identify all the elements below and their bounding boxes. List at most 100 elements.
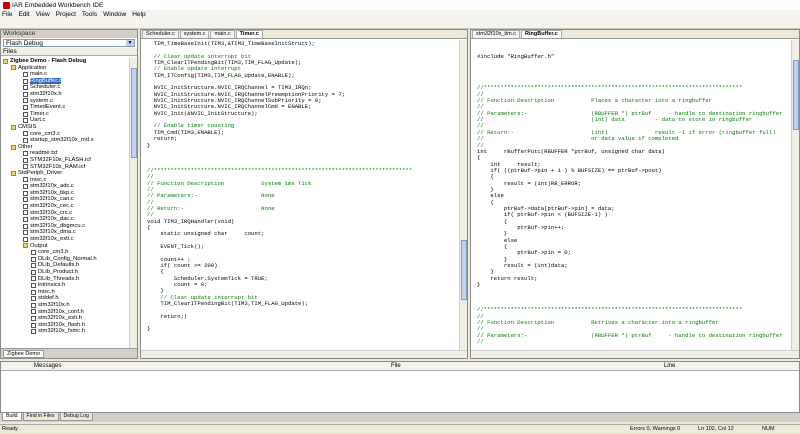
chevron-down-icon[interactable]: ▼	[126, 40, 134, 46]
file-icon	[23, 91, 28, 97]
tree-item[interactable]: Zigbee Demo - Flash Debug	[1, 58, 129, 65]
col-line[interactable]: Line	[629, 362, 799, 370]
file-icon	[23, 236, 28, 242]
file-icon	[31, 256, 36, 262]
tree-item-label: system.c	[30, 97, 53, 104]
tree-item-label: stm32f10x_crc.c	[30, 209, 73, 216]
tree-item[interactable]: stm32f10x_bkp.c	[1, 190, 129, 197]
tree-item[interactable]: main.c	[1, 71, 129, 78]
tree-item[interactable]: stddef.h	[1, 295, 129, 302]
tree-item-label: DLib_Threads.h	[38, 275, 80, 282]
editor-tab[interactable]: stm32f10x_tim.c	[472, 30, 521, 38]
editor-scrollbar-right[interactable]	[791, 40, 799, 350]
editor-tab[interactable]: Scheduler.c	[142, 30, 179, 38]
tab-find-in-files[interactable]: Find in Files	[22, 413, 59, 421]
editor-pane-left: Scheduler.c system.c main.c Timer.c TIM_Tim…	[140, 29, 468, 359]
tree-item[interactable]: stm32f10x_conf.h	[1, 309, 129, 316]
tree-item[interactable]: DLib_Defaults.h	[1, 262, 129, 269]
tree-item[interactable]: Application	[1, 65, 129, 72]
tab-zigbee-demo[interactable]: Zigbee Demo	[3, 350, 45, 358]
menu-window[interactable]: Window	[103, 11, 126, 18]
tree-item-label: stm32f10x_adc.c	[30, 183, 74, 190]
tree-item[interactable]: core_cm3.c	[1, 131, 129, 138]
tree-item-label: StdPeriph_Driver	[18, 170, 63, 177]
tab-debug-log[interactable]: Debug Log	[59, 413, 93, 421]
config-select[interactable]: Flash Debug ▼	[3, 39, 135, 47]
tab-build[interactable]: Build	[2, 413, 22, 421]
tree-item[interactable]: stm32f10x_cec.c	[1, 203, 129, 210]
workspace-scrollbar[interactable]	[129, 58, 137, 348]
tree-item[interactable]: stm32f10x_crc.c	[1, 210, 129, 217]
editor-tab[interactable]: main.c	[210, 30, 235, 38]
tree-item[interactable]: Scheduler.c	[1, 84, 129, 91]
tree-item[interactable]: Other	[1, 144, 129, 151]
tree-item[interactable]: STM32F10x_RAM.icf	[1, 164, 129, 171]
code-line: // (int) data - data to store in ringbuf…	[477, 116, 753, 124]
tree-item[interactable]: intrinsics.h	[1, 282, 129, 289]
tree-item[interactable]: stm32f10x_can.c	[1, 196, 129, 203]
tree-item[interactable]: CMSIS	[1, 124, 129, 131]
tree-item[interactable]: Output	[1, 243, 129, 250]
tree-item[interactable]: DLib_Product.h	[1, 269, 129, 276]
tree-item[interactable]: Timer.c	[1, 111, 129, 118]
tree-item[interactable]: stm32f10x_dma.c	[1, 229, 129, 236]
editor-tab[interactable]: RingBuffer.c	[521, 30, 562, 38]
tree-item[interactable]: Uart.c	[1, 117, 129, 124]
tree-item-label: TimedEvent.c	[30, 104, 66, 111]
code-line: }	[147, 325, 151, 333]
tree-item[interactable]: StdPeriph_Driver	[1, 170, 129, 177]
tree-item[interactable]: stm32f10x_dbgmcu.c	[1, 223, 129, 230]
menu-project[interactable]: Project	[56, 11, 76, 18]
tree-item[interactable]: system.c	[1, 98, 129, 105]
tree-item[interactable]: stm32f10x_dac.c	[1, 216, 129, 223]
tree-item[interactable]: core_cm3.h	[1, 249, 129, 256]
tree-item-label: misc.h	[38, 288, 55, 295]
menu-edit[interactable]: Edit	[18, 11, 29, 18]
file-icon	[23, 177, 28, 183]
tree-item[interactable]: stm32f10x_fsmc.h	[1, 328, 129, 335]
tree-item[interactable]: stm32f10x_exti.c	[1, 236, 129, 243]
editor-tabs-right: stm32f10x_tim.c RingBuffer.c	[471, 30, 799, 39]
tree-item[interactable]: stm32f10x.h	[1, 302, 129, 309]
tree-item[interactable]: RingBuffer.c	[1, 77, 129, 85]
file-icon	[31, 282, 36, 288]
editor-hscroll-left[interactable]	[141, 350, 467, 358]
file-icon	[31, 322, 36, 328]
scroll-thumb[interactable]	[461, 240, 467, 300]
file-icon	[23, 71, 28, 77]
tree-item[interactable]: stm32f10x_flash.h	[1, 322, 129, 329]
menu-view[interactable]: View	[36, 11, 50, 18]
tree-item[interactable]: misc.c	[1, 177, 129, 184]
code-area-left[interactable]: TIM_TimeBaseInit(TIM3,&TIM3_TimeBaseInit…	[141, 40, 458, 350]
editor-tab[interactable]: system.c	[179, 30, 210, 38]
tree-item[interactable]: startup_stm32f10x_md.s	[1, 137, 129, 144]
code-area-right[interactable]: #include "RingBuffer.h"//***************…	[471, 40, 790, 350]
code-line: //**************************************…	[147, 166, 413, 174]
scroll-thumb[interactable]	[793, 60, 799, 130]
tree-item[interactable]: stm32f10x.h	[1, 91, 129, 98]
editor-hscroll-right[interactable]	[471, 350, 799, 358]
menu-file[interactable]: File	[2, 11, 12, 18]
tree-item[interactable]: STM32F10x_FLASH.icf	[1, 157, 129, 164]
tree-item[interactable]: misc.h	[1, 289, 129, 296]
editor-tab[interactable]: Timer.c	[235, 30, 263, 38]
tree-item-label: stm32f10x_flash.h	[38, 321, 86, 328]
tree-item[interactable]: stm32f10x_adc.c	[1, 183, 129, 190]
editor-scrollbar-left[interactable]	[459, 40, 467, 350]
scroll-thumb[interactable]	[131, 68, 137, 158]
folder-icon	[3, 58, 8, 64]
tree-item-label: DLib_Product.h	[38, 269, 78, 275]
tree-item-label: stddef.h	[38, 295, 59, 302]
tree-item[interactable]: TimedEvent.c	[1, 104, 129, 111]
menu-help[interactable]: Help	[132, 11, 145, 18]
col-file[interactable]: File	[301, 362, 629, 370]
file-icon	[23, 131, 28, 137]
tree-item[interactable]: readme.txt	[1, 150, 129, 157]
menu-tools[interactable]: Tools	[82, 11, 97, 18]
tree-item[interactable]: DLib_Config_Normal.h	[1, 256, 129, 263]
tree-item[interactable]: DLib_Threads.h	[1, 276, 129, 283]
file-icon	[31, 289, 36, 295]
tree-item[interactable]: stm32f10x_exti.h	[1, 315, 129, 322]
window-title: IAR Embedded Workbench IDE	[12, 1, 104, 9]
col-messages[interactable]: Messages	[1, 362, 301, 370]
